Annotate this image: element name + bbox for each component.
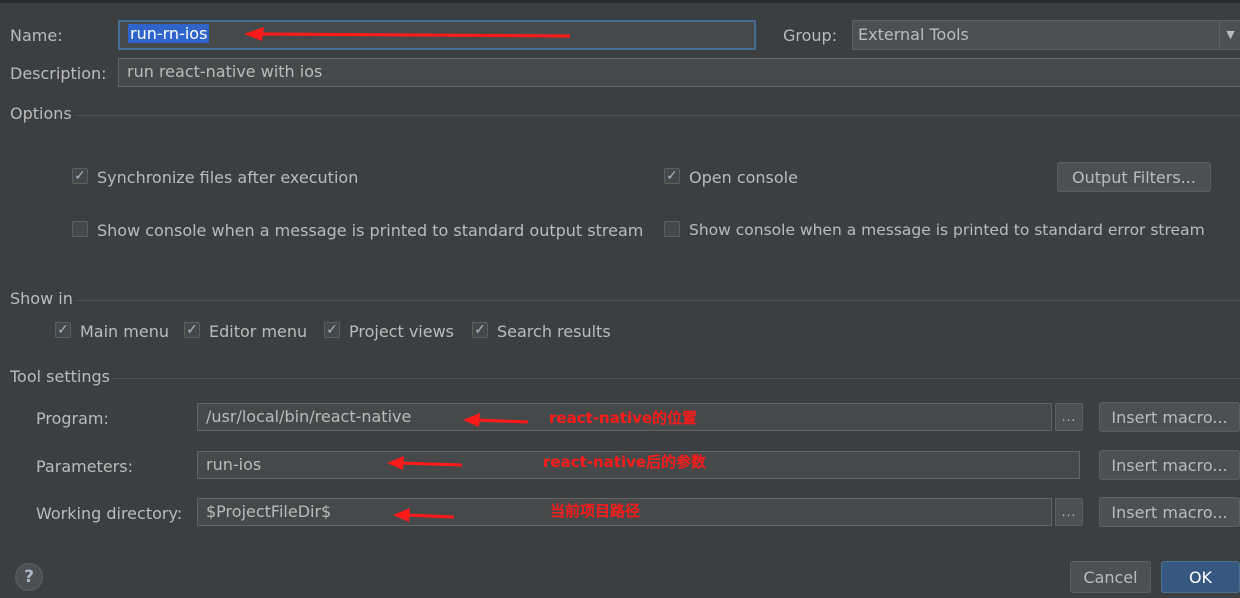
parameters-annotation: react-native后的参数 bbox=[543, 453, 707, 471]
workdir-annotation: 当前项目路径 bbox=[550, 502, 641, 520]
program-arrow bbox=[463, 413, 529, 427]
workdir-arrow bbox=[393, 508, 455, 522]
program-annotation: react-native的位置 bbox=[549, 409, 698, 427]
name-arrow bbox=[244, 27, 571, 41]
parameters-arrow bbox=[387, 456, 463, 470]
